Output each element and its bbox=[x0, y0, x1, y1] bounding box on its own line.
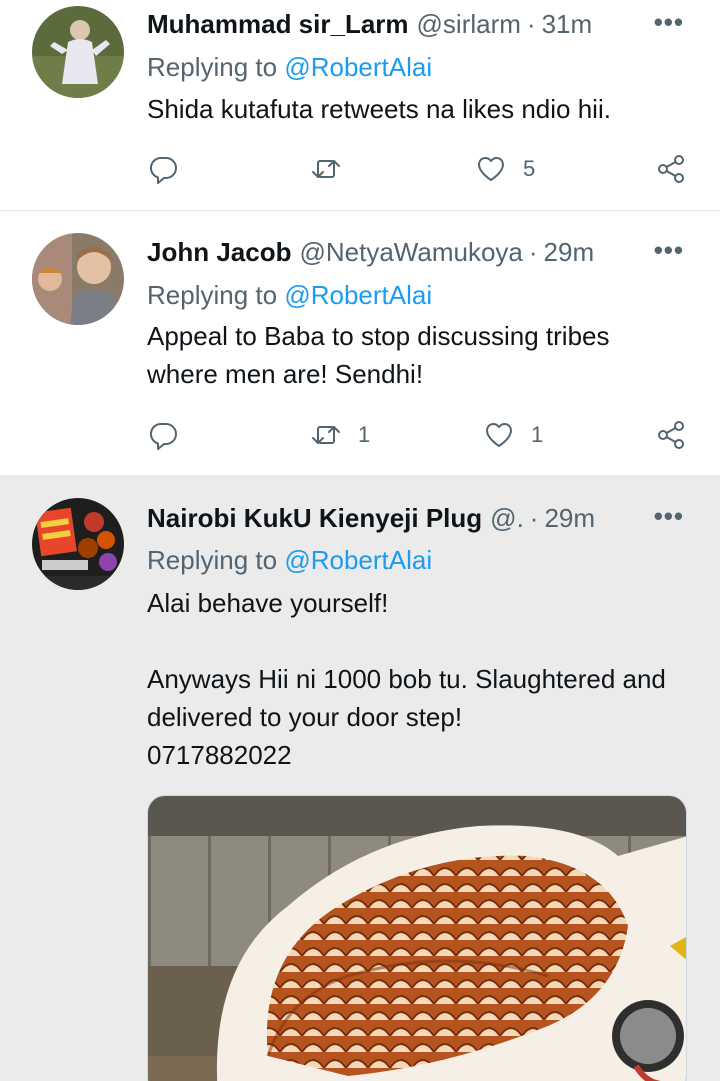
retweet-count: 1 bbox=[358, 422, 371, 447]
share-icon bbox=[658, 155, 684, 183]
like-button[interactable]: 1 bbox=[483, 415, 543, 455]
timestamp[interactable]: 29m bbox=[544, 503, 595, 534]
replying-prefix: Replying to bbox=[147, 545, 285, 575]
share-button[interactable] bbox=[655, 415, 687, 455]
display-name[interactable]: Nairobi KukU Kienyeji Plug bbox=[147, 503, 482, 534]
tweet-text-line: Appeal to Baba to stop discussing tribes… bbox=[147, 321, 610, 389]
mention-link[interactable]: @RobertAlai bbox=[284, 280, 432, 310]
tweet-media-image[interactable] bbox=[147, 795, 687, 1081]
more-icon[interactable]: ••• bbox=[654, 8, 684, 36]
timestamp[interactable]: 29m bbox=[544, 237, 595, 268]
tweet-text-line: Alai behave yourself! bbox=[147, 588, 389, 618]
mention-link[interactable]: @RobertAlai bbox=[284, 52, 432, 82]
display-name[interactable]: John Jacob bbox=[147, 237, 291, 268]
replying-to: Replying to @RobertAlai bbox=[147, 280, 432, 311]
chicken-photo bbox=[148, 796, 686, 1081]
tweet-text-line: Anyways Hii ni 1000 bob tu. Slaughtered … bbox=[147, 664, 666, 732]
tweet-text: Alai behave yourself! Anyways Hii ni 100… bbox=[147, 584, 670, 774]
heart-icon bbox=[485, 422, 513, 447]
more-icon[interactable]: ••• bbox=[654, 502, 684, 530]
avatar-photo bbox=[32, 498, 124, 590]
phone-number: 0717882022 bbox=[147, 740, 292, 770]
replying-prefix: Replying to bbox=[147, 52, 285, 82]
tweet-text: Shida kutafuta retweets na likes ndio hi… bbox=[147, 90, 680, 128]
share-icon bbox=[658, 421, 684, 449]
like-count: 1 bbox=[531, 422, 544, 447]
tweet-1[interactable]: Muhammad sir_Larm @sirlarm · 31m ••• Rep… bbox=[0, 0, 720, 210]
timestamp[interactable]: 31m bbox=[542, 9, 593, 40]
replying-to: Replying to @RobertAlai bbox=[147, 545, 432, 576]
tweet-header: Muhammad sir_Larm @sirlarm · 31m ••• bbox=[147, 8, 690, 40]
replying-prefix: Replying to bbox=[147, 280, 285, 310]
avatar-photo bbox=[32, 233, 124, 325]
reply-button[interactable] bbox=[147, 149, 179, 189]
like-count: 5 bbox=[523, 156, 536, 181]
reply-icon bbox=[149, 157, 177, 184]
retweet-button[interactable]: 1 bbox=[310, 415, 370, 455]
tweet-header: Nairobi KukU Kienyeji Plug @. · 29m ••• bbox=[147, 502, 690, 534]
separator-dot: · bbox=[529, 502, 539, 533]
reply-button[interactable] bbox=[147, 415, 179, 455]
mention-link[interactable]: @RobertAlai bbox=[284, 545, 432, 575]
action-bar: 5 bbox=[147, 149, 692, 189]
tweet-2[interactable]: John Jacob @NetyaWamukoya · 29m ••• Repl… bbox=[0, 211, 720, 475]
tweet-header: John Jacob @NetyaWamukoya · 29m ••• bbox=[147, 236, 690, 268]
retweet-icon bbox=[312, 160, 340, 178]
share-button[interactable] bbox=[655, 149, 687, 189]
action-bar: 1 1 bbox=[147, 415, 692, 455]
replying-to: Replying to @RobertAlai bbox=[147, 52, 432, 83]
user-handle[interactable]: @. bbox=[490, 503, 524, 534]
like-button[interactable]: 5 bbox=[475, 149, 535, 189]
reply-icon bbox=[149, 423, 177, 450]
avatar[interactable] bbox=[32, 498, 124, 590]
tweet-text: Appeal to Baba to stop discussing tribes… bbox=[147, 317, 660, 393]
avatar[interactable] bbox=[32, 6, 124, 98]
separator-dot: · bbox=[528, 236, 538, 267]
tweet-text-line: Shida kutafuta retweets na likes ndio hi… bbox=[147, 94, 611, 124]
user-handle[interactable]: @sirlarm bbox=[417, 9, 521, 40]
heart-icon bbox=[477, 156, 505, 181]
separator-dot: · bbox=[526, 8, 536, 39]
display-name[interactable]: Muhammad sir_Larm bbox=[147, 9, 409, 40]
avatar-photo bbox=[32, 6, 124, 98]
retweet-icon bbox=[312, 426, 340, 444]
retweet-button[interactable] bbox=[310, 149, 358, 189]
avatar[interactable] bbox=[32, 233, 124, 325]
user-handle[interactable]: @NetyaWamukoya bbox=[299, 237, 522, 268]
more-icon[interactable]: ••• bbox=[654, 236, 684, 264]
